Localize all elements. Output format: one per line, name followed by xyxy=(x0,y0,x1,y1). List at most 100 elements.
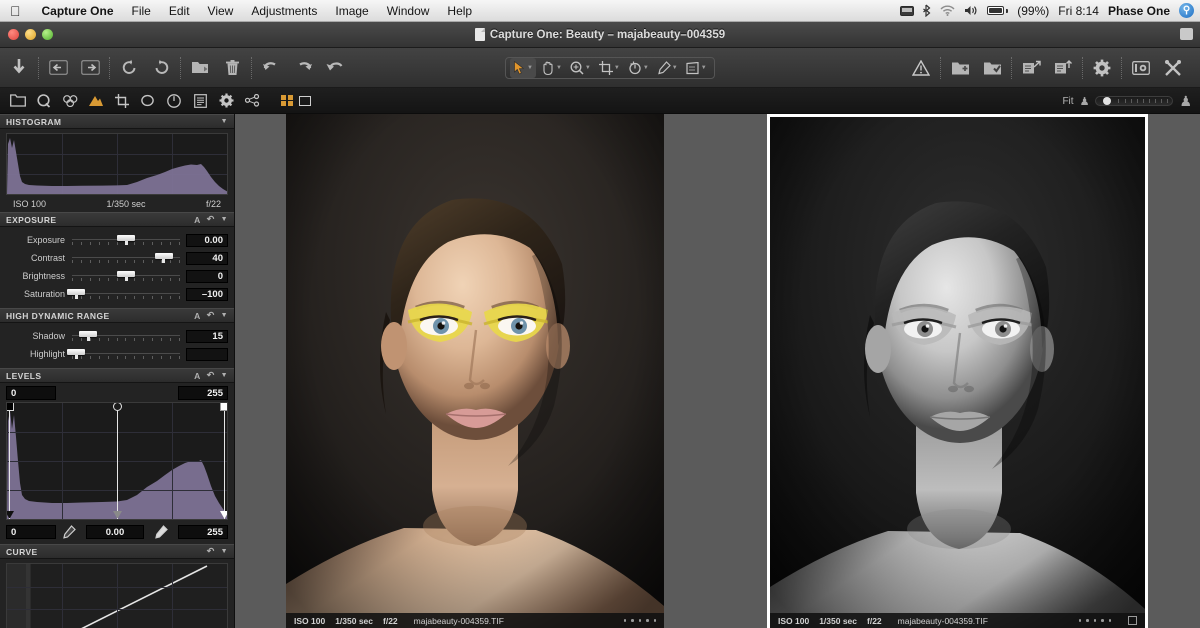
levels-black-point-handle[interactable] xyxy=(9,403,10,519)
auto-adjust-button[interactable]: A xyxy=(194,311,201,321)
black-eyedropper-icon[interactable] xyxy=(60,525,78,539)
user-menu[interactable]: Phase One xyxy=(1108,4,1170,18)
curve-section-header[interactable]: CURVE ↶ ▼ xyxy=(0,544,234,559)
slider-track-brightness[interactable] xyxy=(72,269,180,283)
slider-track-contrast[interactable] xyxy=(72,251,180,265)
bluetooth-icon[interactable] xyxy=(923,4,931,17)
primary-variant[interactable]: ISO 100 1/350 sec f/22 majabeauty-004359… xyxy=(286,114,664,628)
chevron-down-icon[interactable]: ▼ xyxy=(221,372,228,379)
slider-knob-contrast[interactable] xyxy=(155,253,173,259)
slider-value-highlight[interactable] xyxy=(186,348,228,361)
chevron-down-icon[interactable]: ▼ xyxy=(527,65,533,71)
slider-value-saturation[interactable]: –100 xyxy=(186,288,228,301)
bw-variant[interactable]: ISO 100 1/350 sec f/22 majabeauty-004359… xyxy=(767,114,1148,628)
zoom-tool[interactable]: ▼ xyxy=(567,58,594,78)
levels-input-white[interactable]: 255 xyxy=(178,386,228,400)
rotate-left-icon[interactable] xyxy=(119,56,139,80)
exposure-section-header[interactable]: EXPOSURE A ↶ ▼ xyxy=(0,212,234,227)
hdr-section-header[interactable]: HIGH DYNAMIC RANGE A ↶ ▼ xyxy=(0,308,234,323)
slider-track-exposure[interactable] xyxy=(72,233,180,247)
crop-tool[interactable]: ▼ xyxy=(596,58,623,78)
menu-help[interactable]: Help xyxy=(438,0,481,22)
slider-value-contrast[interactable]: 40 xyxy=(186,252,228,265)
menu-adjustments[interactable]: Adjustments xyxy=(242,0,326,22)
sidebar-item-batch[interactable] xyxy=(241,90,263,112)
rotate-tool[interactable]: ▼ xyxy=(625,58,652,78)
chevron-down-icon[interactable]: ▼ xyxy=(221,312,228,319)
sidebar-item-color[interactable] xyxy=(59,90,81,112)
levels-histogram[interactable] xyxy=(6,402,228,520)
zoom-fit-label[interactable]: Fit xyxy=(1062,96,1073,107)
auto-adjust-button[interactable]: A xyxy=(194,215,201,225)
chevron-down-icon[interactable]: ▼ xyxy=(643,65,649,71)
rotate-right-icon[interactable] xyxy=(151,56,171,80)
sidebar-item-lens[interactable] xyxy=(111,90,133,112)
import-icon[interactable] xyxy=(9,56,29,80)
delete-icon[interactable] xyxy=(222,56,242,80)
chevron-down-icon[interactable]: ▼ xyxy=(221,118,228,125)
zoom-slider[interactable] xyxy=(1095,96,1173,106)
levels-input-black[interactable]: 0 xyxy=(6,386,56,400)
chevron-down-icon[interactable]: ▼ xyxy=(221,548,228,555)
curve-graph[interactable] xyxy=(6,563,228,628)
wifi-icon[interactable] xyxy=(940,5,955,16)
slider-value-brightness[interactable]: 0 xyxy=(186,270,228,283)
sidebar-item-metadata[interactable] xyxy=(189,90,211,112)
move-to-folder-icon[interactable] xyxy=(190,56,210,80)
white-eyedropper-icon[interactable] xyxy=(152,525,170,539)
menu-window[interactable]: Window xyxy=(378,0,439,22)
histogram-section-header[interactable]: HISTOGRAM ▼ xyxy=(0,114,234,129)
sidebar-item-details[interactable] xyxy=(163,90,185,112)
slider-track-shadow[interactable] xyxy=(72,329,180,343)
slider-value-exposure[interactable]: 0.00 xyxy=(186,234,228,247)
display-icon[interactable] xyxy=(900,6,914,16)
menu-image[interactable]: Image xyxy=(326,0,377,22)
reset-icon[interactable]: ↶ xyxy=(207,214,215,225)
slider-knob-brightness[interactable] xyxy=(117,271,135,277)
apple-menu-icon[interactable]:  xyxy=(10,4,21,18)
chevron-down-icon[interactable]: ▼ xyxy=(556,65,562,71)
white-balance-picker-tool[interactable]: ▼ xyxy=(654,58,681,78)
clock[interactable]: Fri 8:14 xyxy=(1058,4,1099,18)
chevron-down-icon[interactable]: ▼ xyxy=(221,216,228,223)
reset-icon[interactable]: ↶ xyxy=(207,370,215,381)
reset-icon[interactable]: ↶ xyxy=(207,310,215,321)
slider-value-shadow[interactable]: 15 xyxy=(186,330,228,343)
keystone-tool[interactable]: ▼ xyxy=(683,58,710,78)
zoom-slider-knob[interactable] xyxy=(1103,97,1111,105)
rating-dots[interactable] xyxy=(624,619,657,622)
reset-icon[interactable]: ↶ xyxy=(207,546,215,557)
chevron-down-icon[interactable]: ▼ xyxy=(701,65,707,71)
rating-dots[interactable] xyxy=(1079,619,1112,622)
sidebar-item-quick[interactable] xyxy=(33,90,55,112)
chevron-down-icon[interactable]: ▼ xyxy=(614,65,620,71)
single-view-button[interactable] xyxy=(299,96,311,106)
redo-icon[interactable] xyxy=(293,56,313,80)
process-recipe-icon[interactable] xyxy=(1053,56,1073,80)
select-album-icon[interactable] xyxy=(982,56,1002,80)
new-album-icon[interactable] xyxy=(950,56,970,80)
next-image-icon[interactable] xyxy=(80,56,100,80)
battery-icon[interactable] xyxy=(987,6,1008,15)
menu-view[interactable]: View xyxy=(199,0,243,22)
pan-hand-tool[interactable]: ▼ xyxy=(538,58,565,78)
grid-view-button[interactable] xyxy=(281,95,293,107)
chevron-down-icon[interactable]: ▼ xyxy=(672,65,678,71)
volume-icon[interactable] xyxy=(964,5,978,16)
slider-knob-shadow[interactable] xyxy=(79,331,97,337)
search-icon[interactable]: ⚲ xyxy=(1179,3,1194,18)
levels-gamma-value[interactable]: 0.00 xyxy=(86,525,144,539)
auto-adjust-button[interactable]: A xyxy=(194,371,201,381)
levels-section-header[interactable]: LEVELS A ↶ ▼ xyxy=(0,368,234,383)
menu-edit[interactable]: Edit xyxy=(160,0,199,22)
slider-track-saturation[interactable] xyxy=(72,287,180,301)
toolbar-toggle-button[interactable] xyxy=(1180,28,1193,40)
previous-image-icon[interactable] xyxy=(48,56,68,80)
select-cursor-tool[interactable]: ▼ xyxy=(510,58,536,78)
sidebar-item-focus[interactable] xyxy=(137,90,159,112)
chevron-down-icon[interactable]: ▼ xyxy=(585,65,591,71)
sidebar-item-adjustments[interactable] xyxy=(215,90,237,112)
levels-output-white[interactable]: 255 xyxy=(178,525,228,539)
slider-knob-saturation[interactable] xyxy=(67,289,85,295)
sidebar-item-library[interactable] xyxy=(7,90,29,112)
